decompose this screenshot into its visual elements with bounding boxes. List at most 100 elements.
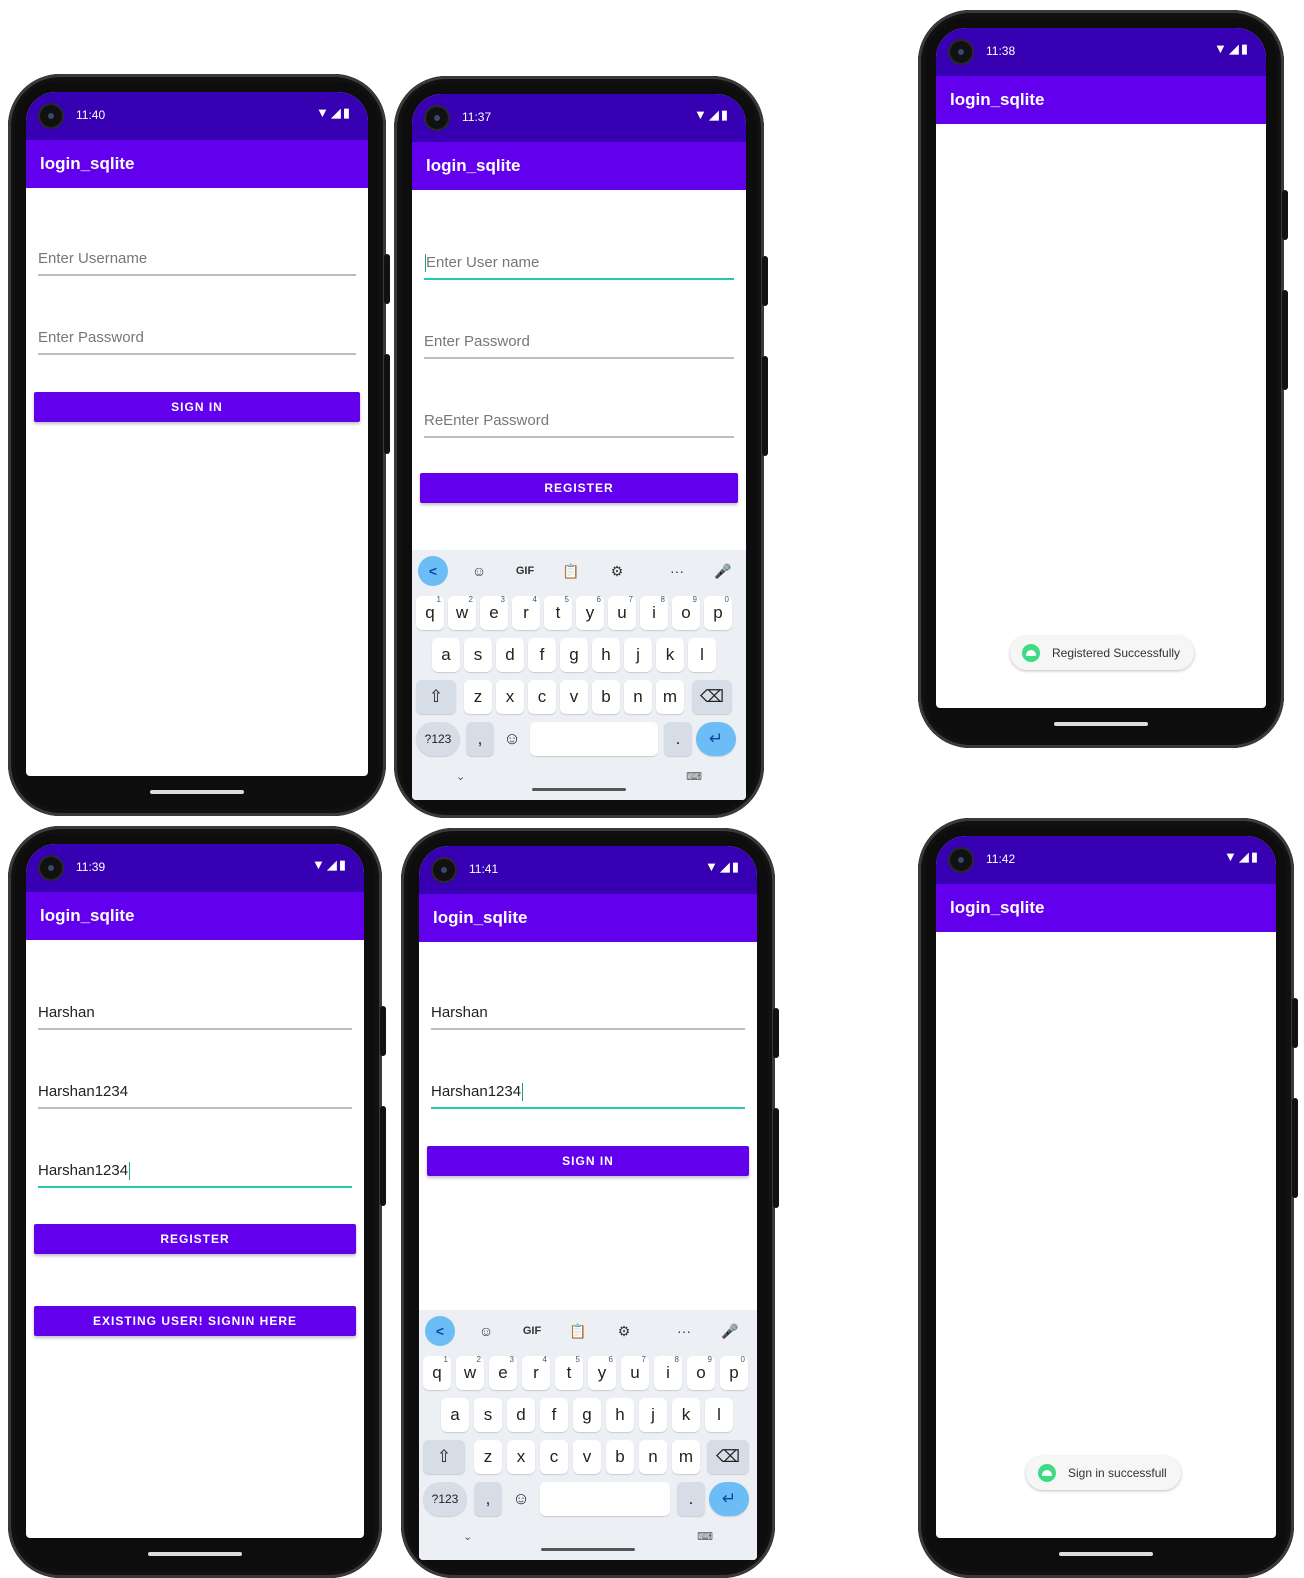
key-k[interactable]: k <box>656 638 684 672</box>
key-y[interactable]: y6 <box>576 595 604 630</box>
home-indicator[interactable] <box>541 1548 635 1551</box>
key-w[interactable]: w2 <box>448 595 476 630</box>
key-k[interactable]: k <box>672 1398 700 1432</box>
key-l[interactable]: l <box>705 1398 733 1432</box>
key-j[interactable]: j <box>624 638 652 672</box>
key-s[interactable]: s <box>464 638 492 672</box>
keyboard-switch-icon[interactable]: ⌨ <box>697 1530 713 1543</box>
username-input[interactable]: Enter Username <box>38 244 356 276</box>
keyboard-switch-icon[interactable]: ⌨ <box>686 770 702 783</box>
gif-button[interactable]: GIF <box>510 556 540 586</box>
keyboard-back-icon[interactable]: < <box>418 556 448 586</box>
username-input[interactable]: Harshan <box>431 998 745 1030</box>
key-j[interactable]: j <box>639 1398 667 1432</box>
username-input[interactable]: Harshan <box>38 998 352 1030</box>
period-key[interactable]: . <box>677 1482 705 1516</box>
key-r[interactable]: r4 <box>522 1355 550 1390</box>
key-e[interactable]: e3 <box>480 595 508 630</box>
key-d[interactable]: d <box>496 638 524 672</box>
key-p[interactable]: p0 <box>704 595 732 630</box>
password-input[interactable]: Harshan1234 <box>38 1077 352 1109</box>
microphone-icon[interactable]: 🎤 <box>715 1316 745 1346</box>
key-t[interactable]: t5 <box>555 1355 583 1390</box>
sign-in-button[interactable]: SIGN IN <box>34 392 360 422</box>
key-n[interactable]: n <box>624 680 652 714</box>
password-input[interactable]: Enter Password <box>38 323 356 355</box>
keyboard-back-icon[interactable]: < <box>425 1316 455 1346</box>
key-y[interactable]: y6 <box>588 1355 616 1390</box>
key-a[interactable]: a <box>441 1398 469 1432</box>
key-s[interactable]: s <box>474 1398 502 1432</box>
key-x[interactable]: x <box>496 680 524 714</box>
key-f[interactable]: f <box>540 1398 568 1432</box>
key-h[interactable]: h <box>592 638 620 672</box>
symbols-key[interactable]: ?123 <box>423 1482 467 1516</box>
sticker-icon[interactable]: ☺ <box>464 556 494 586</box>
home-indicator[interactable] <box>150 790 244 794</box>
key-b[interactable]: b <box>592 680 620 714</box>
settings-icon[interactable]: ⚙ <box>609 1316 639 1346</box>
reenter-password-input[interactable]: Harshan1234 <box>38 1156 352 1188</box>
key-f[interactable]: f <box>528 638 556 672</box>
sign-in-button[interactable]: SIGN IN <box>427 1146 749 1176</box>
key-o[interactable]: o9 <box>687 1355 715 1390</box>
hide-keyboard-icon[interactable]: ⌄ <box>456 770 465 783</box>
comma-key[interactable]: , <box>466 722 494 756</box>
key-q[interactable]: q1 <box>416 595 444 630</box>
comma-key[interactable]: , <box>474 1482 502 1516</box>
key-c[interactable]: c <box>540 1440 568 1474</box>
key-a[interactable]: a <box>432 638 460 672</box>
key-h[interactable]: h <box>606 1398 634 1432</box>
key-m[interactable]: m <box>672 1440 700 1474</box>
enter-key-icon[interactable]: ↵ <box>709 1482 749 1516</box>
more-icon[interactable]: ··· <box>662 556 692 586</box>
key-n[interactable]: n <box>639 1440 667 1474</box>
key-e[interactable]: e3 <box>489 1355 517 1390</box>
register-button[interactable]: REGISTER <box>34 1224 356 1254</box>
backspace-key-icon[interactable]: ⌫ <box>692 680 732 714</box>
microphone-icon[interactable]: 🎤 <box>708 556 738 586</box>
password-input[interactable]: Enter Password <box>424 327 734 359</box>
backspace-key-icon[interactable]: ⌫ <box>707 1440 749 1474</box>
emoji-key-icon[interactable]: ☺ <box>498 722 526 756</box>
key-b[interactable]: b <box>606 1440 634 1474</box>
period-key[interactable]: . <box>664 722 692 756</box>
sticker-icon[interactable]: ☺ <box>471 1316 501 1346</box>
key-u[interactable]: u7 <box>608 595 636 630</box>
key-r[interactable]: r4 <box>512 595 540 630</box>
key-i[interactable]: i8 <box>640 595 668 630</box>
key-l[interactable]: l <box>688 638 716 672</box>
key-z[interactable]: z <box>464 680 492 714</box>
key-t[interactable]: t5 <box>544 595 572 630</box>
key-z[interactable]: z <box>474 1440 502 1474</box>
key-w[interactable]: w2 <box>456 1355 484 1390</box>
shift-key-icon[interactable]: ⇧ <box>416 680 456 714</box>
symbols-key[interactable]: ?123 <box>416 722 460 756</box>
key-q[interactable]: q1 <box>423 1355 451 1390</box>
key-c[interactable]: c <box>528 680 556 714</box>
existing-user-signin-button[interactable]: EXISTING USER! SIGNIN HERE <box>34 1306 356 1336</box>
clipboard-icon[interactable]: 📋 <box>563 1316 593 1346</box>
home-indicator[interactable] <box>1059 1552 1153 1556</box>
home-indicator[interactable] <box>1054 722 1148 726</box>
space-key[interactable] <box>530 722 658 756</box>
password-input[interactable]: Harshan1234 <box>431 1077 745 1109</box>
key-x[interactable]: x <box>507 1440 535 1474</box>
reenter-password-input[interactable]: ReEnter Password <box>424 406 734 438</box>
key-u[interactable]: u7 <box>621 1355 649 1390</box>
key-v[interactable]: v <box>573 1440 601 1474</box>
settings-icon[interactable]: ⚙ <box>602 556 632 586</box>
register-button[interactable]: REGISTER <box>420 473 738 503</box>
gif-button[interactable]: GIF <box>517 1316 547 1346</box>
shift-key-icon[interactable]: ⇧ <box>423 1440 465 1474</box>
home-indicator[interactable] <box>148 1552 242 1556</box>
space-key[interactable] <box>540 1482 670 1516</box>
key-i[interactable]: i8 <box>654 1355 682 1390</box>
key-d[interactable]: d <box>507 1398 535 1432</box>
more-icon[interactable]: ··· <box>669 1316 699 1346</box>
key-v[interactable]: v <box>560 680 588 714</box>
key-g[interactable]: g <box>573 1398 601 1432</box>
emoji-key-icon[interactable]: ☺ <box>507 1482 535 1516</box>
enter-key-icon[interactable]: ↵ <box>696 722 736 756</box>
key-p[interactable]: p0 <box>720 1355 748 1390</box>
